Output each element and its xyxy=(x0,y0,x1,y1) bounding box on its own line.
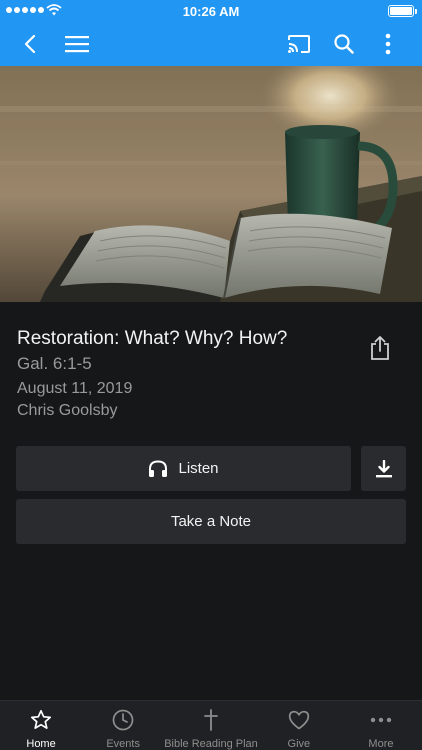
search-button[interactable] xyxy=(328,28,360,60)
back-button[interactable] xyxy=(15,28,47,60)
cast-icon xyxy=(288,35,310,53)
hamburger-menu-icon xyxy=(65,36,89,53)
battery-icon xyxy=(388,5,417,17)
tab-give-label: Give xyxy=(287,738,311,750)
menu-button[interactable] xyxy=(61,28,93,60)
sermon-speaker: Chris Goolsby xyxy=(17,402,118,419)
star-icon xyxy=(30,709,52,729)
sermon-title: Restoration: What? Why? How? xyxy=(17,328,288,349)
cross-icon xyxy=(204,709,218,731)
sermon-artwork xyxy=(0,66,422,302)
tab-events[interactable]: Events xyxy=(82,701,164,750)
tab-home[interactable]: Home xyxy=(0,701,82,750)
share-icon xyxy=(371,336,389,360)
sermon-passage: Gal. 6:1-5 xyxy=(17,354,92,373)
clock-icon xyxy=(112,709,134,731)
status-bar: 10:26 AM xyxy=(0,0,422,22)
tab-bar: Home Events Bible Reading Plan Give More xyxy=(0,700,422,750)
cast-button[interactable] xyxy=(283,28,315,60)
tab-give[interactable]: Give xyxy=(258,701,340,750)
tab-home-label: Home xyxy=(26,738,56,750)
status-time: 10:26 AM xyxy=(182,4,240,19)
tab-bible-reading-plan-label: Bible Reading Plan xyxy=(164,738,258,750)
tab-more[interactable]: More xyxy=(340,701,422,750)
listen-button[interactable]: Listen xyxy=(16,446,351,491)
overflow-menu-button[interactable] xyxy=(372,28,404,60)
more-vertical-icon xyxy=(385,33,391,55)
headphones-icon xyxy=(149,459,168,477)
sermon-details: Restoration: What? Why? How? Gal. 6:1-5 … xyxy=(17,326,357,422)
heart-icon xyxy=(288,710,309,730)
search-icon xyxy=(334,34,354,54)
download-icon xyxy=(375,459,392,477)
listen-label: Listen xyxy=(178,460,219,477)
more-dots-icon xyxy=(370,717,392,723)
chevron-left-icon xyxy=(24,34,36,54)
app-bar xyxy=(0,22,422,66)
share-button[interactable] xyxy=(364,332,396,364)
tab-bible-reading-plan[interactable]: Bible Reading Plan xyxy=(164,701,258,750)
tab-more-label: More xyxy=(368,738,394,750)
download-button[interactable] xyxy=(361,446,406,491)
take-note-button[interactable]: Take a Note xyxy=(16,499,406,544)
take-note-label: Take a Note xyxy=(170,513,252,530)
tab-events-label: Events xyxy=(106,738,140,750)
sermon-date: August 11, 2019 xyxy=(17,380,133,397)
